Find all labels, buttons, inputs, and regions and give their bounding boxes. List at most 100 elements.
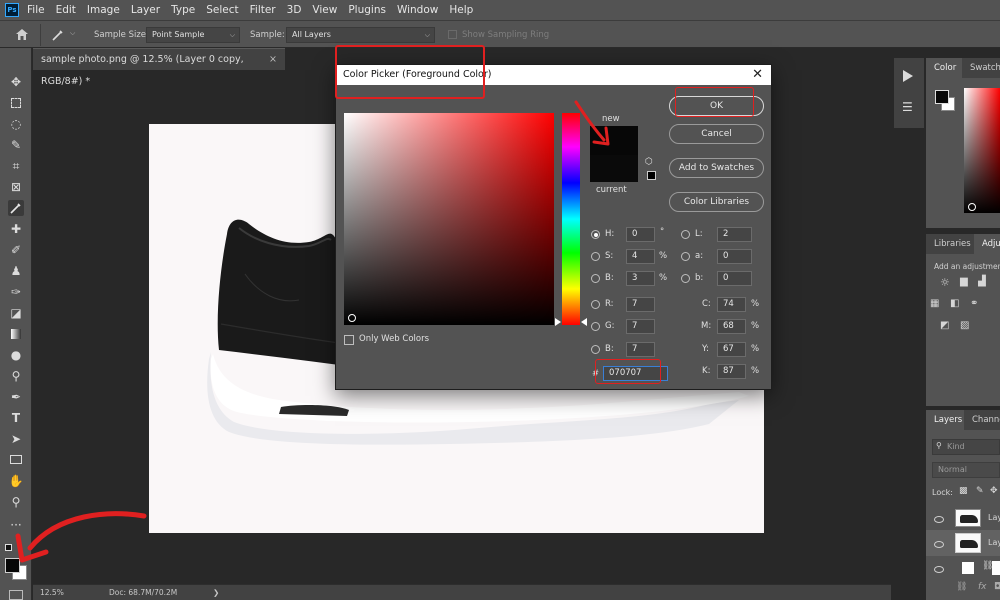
lock-transparent-icon[interactable]: ▩ (959, 486, 968, 496)
layer-kind-filter[interactable]: ⚲ Kind (932, 439, 1000, 455)
type-tool-icon[interactable]: T (8, 410, 24, 426)
sample-size-select[interactable]: Point Sample ⌵ (146, 27, 240, 43)
brush-tool-icon[interactable]: ✐ (8, 242, 24, 258)
magenta-input[interactable]: 68 (717, 319, 746, 334)
red-radio[interactable] (591, 300, 600, 309)
menu-type[interactable]: Type (171, 4, 195, 16)
lab-a-input[interactable]: 0 (717, 249, 752, 264)
menu-file[interactable]: File (27, 4, 45, 16)
black-white-icon[interactable]: ◧ (950, 298, 959, 309)
sample-select[interactable]: All Layers ⌵ (286, 27, 435, 43)
hand-tool-icon[interactable]: ✋ (8, 473, 24, 489)
zoom-level[interactable]: 12.5% (40, 585, 64, 600)
path-selection-tool-icon[interactable]: ➤ (8, 431, 24, 447)
panel-foreground-swatch[interactable] (935, 90, 949, 104)
layer-mask-icon[interactable]: ◘ (994, 582, 1000, 592)
menu-window[interactable]: Window (397, 4, 438, 16)
brightness-icon[interactable]: ☼ (940, 276, 950, 289)
saturation-input[interactable]: 4 (626, 249, 655, 264)
yellow-input[interactable]: 67 (717, 342, 746, 357)
lightness-input[interactable]: 2 (717, 227, 752, 242)
menu-view[interactable]: View (312, 4, 337, 16)
add-to-swatches-button[interactable]: Add to Swatches (669, 158, 764, 178)
lightness-radio[interactable] (681, 230, 690, 239)
show-sampling-ring-checkbox[interactable] (448, 30, 457, 39)
curves-icon[interactable]: ▟ (978, 276, 986, 287)
cyan-input[interactable]: 74 (717, 297, 746, 312)
hue-slider-left-handle[interactable] (555, 318, 561, 326)
close-tab-icon[interactable]: × (269, 49, 277, 71)
crop-tool-icon[interactable]: ⌗ (8, 158, 24, 174)
blue-input[interactable]: 7 (626, 342, 655, 357)
tool-preset-chevron-icon[interactable]: ⌵ (70, 29, 75, 38)
visibility-eye-icon[interactable] (934, 516, 944, 523)
blue-radio[interactable] (591, 345, 600, 354)
lasso-tool-icon[interactable]: ◌ (8, 116, 24, 132)
pen-tool-icon[interactable]: ✒ (8, 389, 24, 405)
color-libraries-button[interactable]: Color Libraries (669, 192, 764, 212)
clone-stamp-tool-icon[interactable]: ♟ (8, 263, 24, 279)
only-web-colors-checkbox[interactable] (344, 335, 354, 345)
lab-b-input[interactable]: 0 (717, 271, 752, 286)
tab-adjustments[interactable]: Adju (974, 234, 1000, 254)
play-actions-icon[interactable] (903, 70, 913, 82)
lock-pixels-icon[interactable]: ✎ (976, 486, 984, 496)
tab-libraries[interactable]: Libraries (926, 234, 974, 254)
quick-selection-tool-icon[interactable]: ✎ (8, 137, 24, 153)
marquee-tool-icon[interactable] (8, 95, 24, 111)
layer-style-icon[interactable]: fx (978, 582, 987, 592)
color-balance-icon[interactable]: ▦ (930, 298, 939, 309)
invert-icon[interactable]: ◩ (940, 320, 949, 331)
brightness-radio[interactable] (591, 274, 600, 283)
current-color-swatch[interactable] (590, 155, 638, 182)
lab-a-radio[interactable] (681, 252, 690, 261)
hue-radio[interactable] (591, 230, 600, 239)
tab-channels[interactable]: Channe (964, 410, 1000, 430)
green-radio[interactable] (591, 322, 600, 331)
saturation-radio[interactable] (591, 252, 600, 261)
color-selection-marker[interactable] (348, 314, 356, 322)
tab-swatches[interactable]: Swatche (962, 58, 1000, 78)
blur-tool-icon[interactable]: ● (8, 347, 24, 363)
red-input[interactable]: 7 (626, 297, 655, 312)
frame-tool-icon[interactable]: ⊠ (8, 179, 24, 195)
menu-help[interactable]: Help (449, 4, 473, 16)
menu-select[interactable]: Select (206, 4, 238, 16)
link-layers-icon[interactable]: ⛓ (956, 582, 967, 592)
tab-layers[interactable]: Layers (926, 410, 963, 430)
home-icon[interactable] (15, 28, 29, 44)
quick-mask-icon[interactable] (9, 590, 23, 600)
rectangle-tool-icon[interactable] (8, 452, 24, 468)
close-icon[interactable]: ✕ (752, 65, 763, 85)
tab-color[interactable]: Color (926, 58, 957, 78)
web-safe-swatch[interactable] (647, 171, 656, 180)
hue-slider-right-handle[interactable] (581, 318, 587, 326)
history-brush-tool-icon[interactable]: ✑ (8, 284, 24, 300)
black-input[interactable]: 87 (717, 364, 746, 379)
lab-b-radio[interactable] (681, 274, 690, 283)
eyedropper-tool-preset-icon[interactable] (51, 28, 65, 45)
lock-position-icon[interactable]: ✥ (990, 486, 998, 496)
properties-panel-icon[interactable]: ☰ (902, 100, 913, 114)
gradient-tool-icon[interactable] (8, 326, 24, 342)
panel-color-field[interactable] (964, 88, 1000, 213)
menu-edit[interactable]: Edit (56, 4, 76, 16)
menu-plugins[interactable]: Plugins (348, 4, 386, 16)
menu-image[interactable]: Image (87, 4, 120, 16)
eyedropper-tool-icon[interactable] (8, 200, 24, 216)
green-input[interactable]: 7 (626, 319, 655, 334)
menu-3d[interactable]: 3D (287, 4, 302, 16)
cancel-button[interactable]: Cancel (669, 124, 764, 144)
levels-icon[interactable]: ▆ (960, 276, 968, 287)
photo-filter-icon[interactable]: ⚭ (970, 298, 978, 309)
blend-mode-select[interactable]: Normal (932, 462, 1000, 478)
menu-layer[interactable]: Layer (131, 4, 160, 16)
document-tab[interactable]: sample photo.png @ 12.5% (Layer 0 copy, … (33, 48, 285, 87)
gradient-map-icon[interactable]: ▨ (960, 320, 969, 331)
saturation-brightness-field[interactable] (344, 113, 554, 325)
menu-filter[interactable]: Filter (250, 4, 276, 16)
hue-input[interactable]: 0 (626, 227, 655, 242)
move-tool-icon[interactable]: ✥ (8, 74, 24, 90)
out-of-gamut-cube-icon[interactable]: ⬡ (645, 157, 653, 167)
healing-brush-tool-icon[interactable]: ✚ (8, 221, 24, 237)
